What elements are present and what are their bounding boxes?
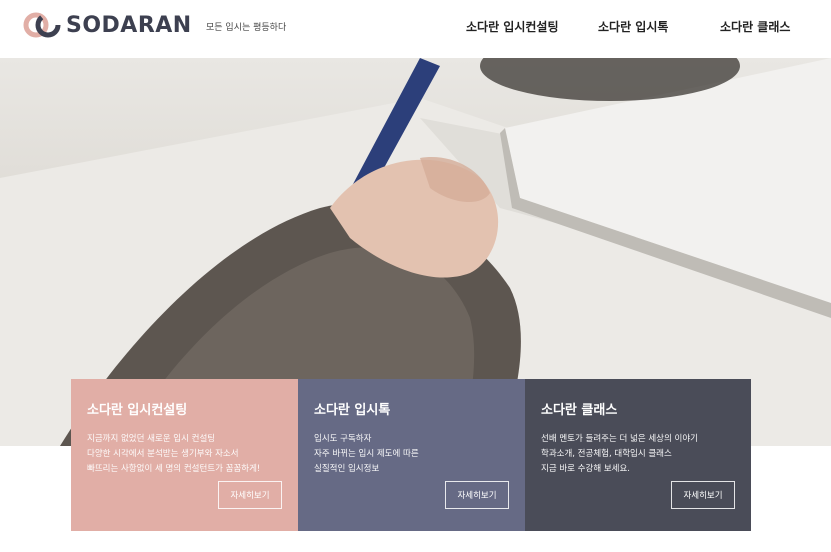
tagline: 모든 입시는 평등하다 (206, 23, 287, 33)
nav-item-consulting[interactable]: 소다란 입시컨설팅 (466, 18, 559, 35)
logo[interactable]: SODARAN (22, 10, 192, 40)
service-cards: 소다란 입시컨설팅 지금까지 없었던 새로운 입시 컨설팅 다양한 시각에서 분… (71, 379, 751, 531)
card-line: 다양한 시각에서 분석받는 생기부와 자소서 (87, 449, 239, 459)
card-line: 자주 바뀌는 입시 제도에 따른 (314, 449, 419, 459)
card-line: 빠뜨리는 사항없이 세 명의 컨설턴트가 꼼꼼하게! (87, 464, 261, 474)
card-description: 지금까지 없었던 새로운 입시 컨설팅 다양한 시각에서 분석받는 생기부와 자… (87, 432, 282, 477)
card-title: 소다란 입시컨설팅 (87, 403, 188, 418)
site-header: SODARAN 모든 입시는 평등하다 소다란 입시컨설팅 소다란 입시톡 소다… (0, 0, 831, 58)
nav-item-class[interactable]: 소다란 클래스 (720, 18, 790, 35)
card-description: 선배 멘토가 들려주는 더 넓은 세상의 이야기 학과소개, 전공체험, 대학입… (541, 432, 735, 477)
card-line: 지금까지 없었던 새로운 입시 컨설팅 (87, 434, 216, 444)
card-class: 소다란 클래스 선배 멘토가 들려주는 더 넓은 세상의 이야기 학과소개, 전… (525, 379, 751, 531)
card-title: 소다란 입시톡 (314, 403, 391, 418)
card-line: 선배 멘토가 들려주는 더 넓은 세상의 이야기 (541, 434, 698, 444)
more-button[interactable]: 자세히보기 (445, 481, 509, 509)
card-title: 소다란 클래스 (541, 403, 618, 418)
card-line: 지금 바로 수강해 보세요. (541, 464, 631, 474)
card-line: 학과소개, 전공체험, 대학입시 클래스 (541, 449, 672, 459)
card-line: 입시도 구독하자 (314, 434, 372, 444)
logo-text: SODARAN (66, 12, 192, 38)
card-line: 실질적인 입시정보 (314, 464, 380, 474)
card-description: 입시도 구독하자 자주 바뀌는 입시 제도에 따른 실질적인 입시정보 (314, 432, 509, 477)
card-talk: 소다란 입시톡 입시도 구독하자 자주 바뀌는 입시 제도에 따른 실질적인 입… (298, 379, 525, 531)
more-button[interactable]: 자세히보기 (671, 481, 735, 509)
card-consulting: 소다란 입시컨설팅 지금까지 없었던 새로운 입시 컨설팅 다양한 시각에서 분… (71, 379, 298, 531)
logo-icon (23, 12, 61, 38)
nav-item-talk[interactable]: 소다란 입시톡 (598, 18, 668, 35)
more-button[interactable]: 자세히보기 (218, 481, 282, 509)
